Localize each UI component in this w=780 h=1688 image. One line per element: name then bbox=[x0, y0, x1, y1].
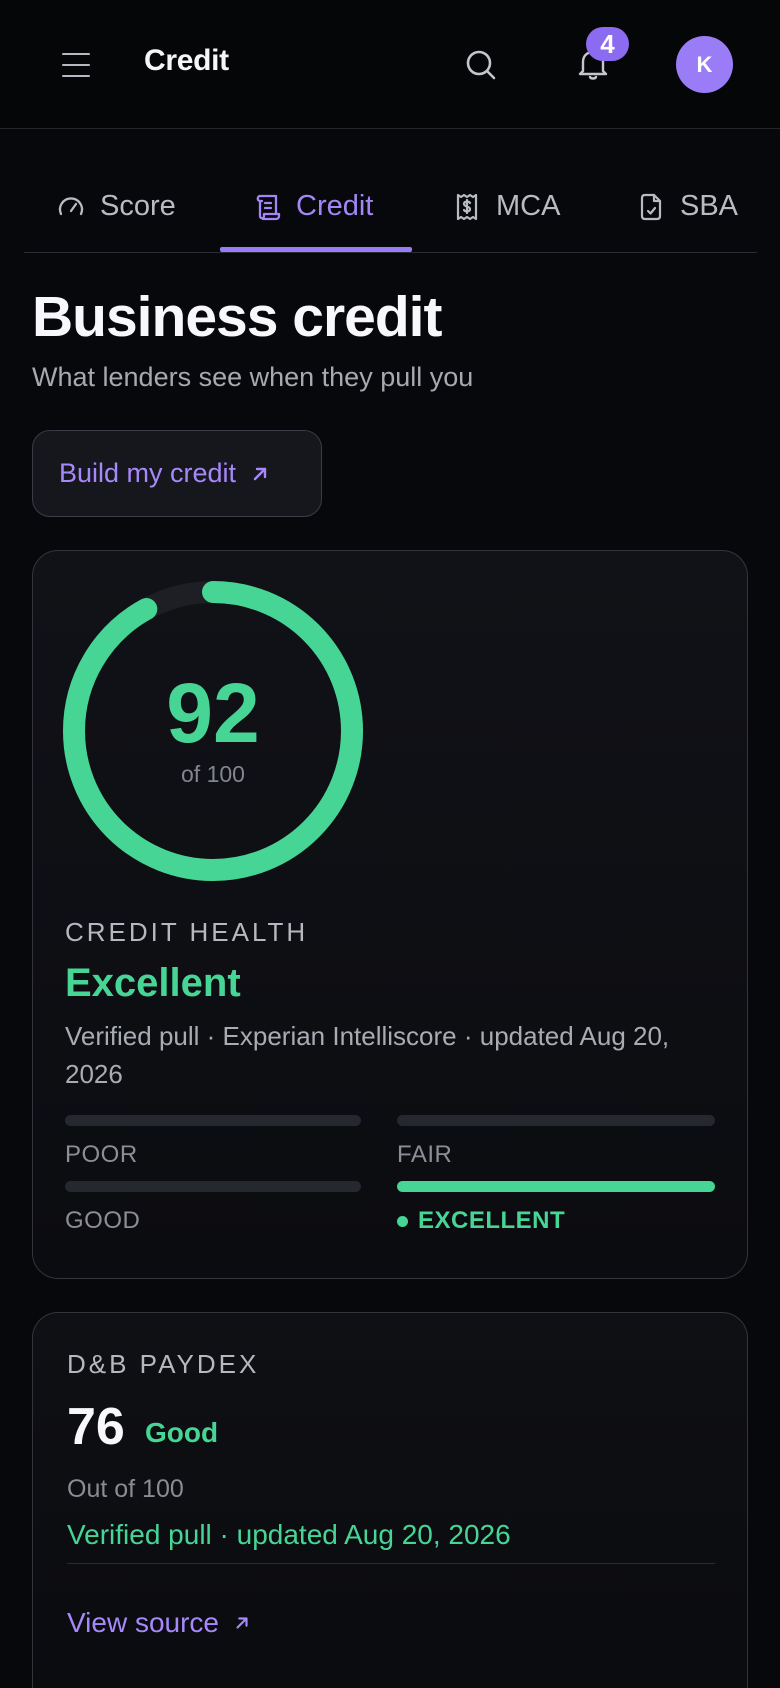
tab-credit[interactable]: Credit bbox=[252, 160, 373, 253]
arrow-up-right-icon bbox=[253, 467, 267, 480]
dollar-receipt-icon bbox=[456, 193, 478, 220]
paydex-label: D&B PAYDEX bbox=[67, 1349, 260, 1379]
document-check-icon bbox=[640, 193, 662, 220]
tab-label: Credit bbox=[296, 190, 374, 222]
hamburger-menu-icon[interactable] bbox=[60, 48, 92, 80]
search-icon[interactable] bbox=[462, 46, 500, 84]
arrow-up-right-icon bbox=[236, 1617, 248, 1629]
view-source-label: View source bbox=[67, 1607, 220, 1638]
view-source-link[interactable]: View source bbox=[67, 1607, 251, 1639]
tier-bar-fair bbox=[397, 1115, 715, 1126]
tab-score[interactable]: Score bbox=[56, 160, 176, 253]
divider bbox=[67, 1563, 715, 1564]
tier-label-good: GOOD bbox=[65, 1207, 141, 1234]
tab-label: Score bbox=[100, 190, 176, 222]
tier-label-excellent-text: EXCELLENT bbox=[418, 1207, 566, 1234]
credit-health-description: Verified pull · Experian Intelliscore · … bbox=[65, 1021, 670, 1089]
credit-score-out-of: of 100 bbox=[181, 761, 245, 787]
paydex-rating: Good bbox=[145, 1417, 219, 1448]
tab-mca[interactable]: MCA bbox=[452, 160, 560, 253]
credit-health-card: 92 of 100 CREDIT HEALTH Excellent Verifi… bbox=[32, 550, 748, 1279]
avatar[interactable]: K bbox=[676, 36, 733, 93]
credit-health-label: CREDIT HEALTH bbox=[65, 917, 309, 947]
tab-label: SBA bbox=[680, 190, 739, 222]
paydex-out-of: Out of 100 bbox=[67, 1475, 184, 1503]
tier-bar-good bbox=[65, 1181, 361, 1192]
tier-label-excellent: EXCELLENT bbox=[397, 1207, 565, 1235]
credit-health-value: Excellent bbox=[65, 961, 241, 1005]
gauge-icon bbox=[58, 196, 84, 215]
tier-label-poor: POOR bbox=[65, 1141, 138, 1168]
build-my-credit-button[interactable]: Build my credit bbox=[32, 430, 322, 517]
build-button-label: Build my credit bbox=[59, 458, 237, 488]
page-subtitle: What lenders see when they pull you bbox=[32, 362, 474, 392]
page-title: Business credit bbox=[32, 285, 442, 349]
tab-sba[interactable]: SBA bbox=[636, 160, 738, 253]
tier-bar-excellent bbox=[397, 1181, 715, 1192]
paydex-card: D&B PAYDEX 76 Good Out of 100 Verified p… bbox=[32, 1312, 748, 1688]
receipt-icon bbox=[256, 194, 281, 220]
notification-badge: 4 bbox=[586, 27, 629, 61]
app-title: Credit bbox=[144, 44, 229, 77]
active-tier-dot-icon bbox=[397, 1215, 408, 1227]
paydex-meta: Verified pull · updated Aug 20, 2026 bbox=[67, 1519, 511, 1550]
tier-label-fair: FAIR bbox=[397, 1141, 453, 1168]
paydex-score: 76 bbox=[67, 1398, 125, 1456]
active-tab-indicator bbox=[220, 247, 412, 252]
top-bar: Credit 4 K bbox=[0, 0, 780, 129]
tier-bar-poor bbox=[65, 1115, 361, 1126]
tab-bar: Score Credit MCA SBA bbox=[24, 160, 757, 253]
tab-label: MCA bbox=[496, 190, 561, 222]
credit-score-value: 92 bbox=[166, 666, 260, 760]
